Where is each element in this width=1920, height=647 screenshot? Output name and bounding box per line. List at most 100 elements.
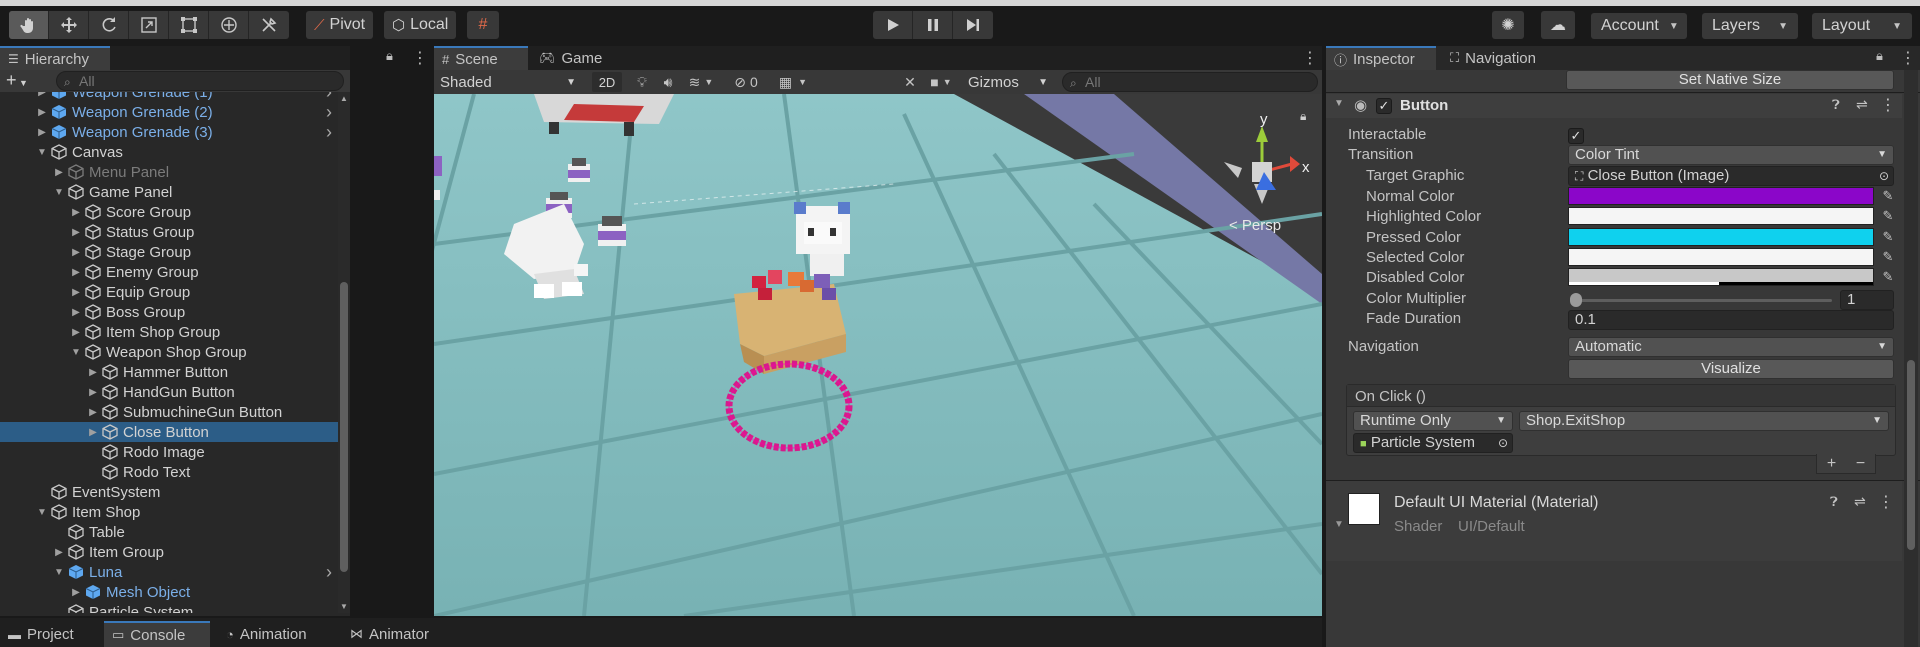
lighting-toggle-icon[interactable]: 💡︎ [630, 72, 654, 92]
tab-navigation[interactable]: ⛶ Navigation [1442, 46, 1562, 70]
inspector-scrollbar[interactable] [1904, 70, 1918, 647]
scale-tool-icon[interactable] [129, 11, 169, 39]
hierarchy-item[interactable]: ▶ Hammer Button [0, 362, 338, 382]
object-picker-icon[interactable]: ⊙ [1498, 434, 1508, 452]
tools-icon[interactable]: ✕ [898, 72, 922, 92]
interactable-checkbox[interactable]: ✓ [1568, 128, 1584, 144]
visualize-button[interactable]: Visualize [1568, 359, 1894, 379]
pause-button[interactable] [913, 11, 953, 39]
scrollbar-thumb[interactable] [340, 282, 348, 572]
collapsed-arrow-icon[interactable]: ▶ [87, 427, 99, 438]
layers-dropdown[interactable]: Layers ▼ [1702, 13, 1798, 39]
panel-menu-icon[interactable]: ⋮ [1302, 48, 1318, 68]
collapsed-arrow-icon[interactable]: ▶ [70, 227, 82, 238]
hierarchy-item[interactable]: ▶ Close Button [0, 422, 338, 442]
open-prefab-icon[interactable]: › [326, 102, 332, 123]
collapsed-arrow-icon[interactable]: ▶ [53, 167, 65, 178]
foldout-icon[interactable]: ▼ [1334, 519, 1344, 530]
scroll-down-icon[interactable]: ▼ [340, 602, 348, 611]
scene-viewport[interactable]: y x < Persp 🔒︎ [434, 94, 1322, 616]
tab-scene[interactable]: # Scene [434, 46, 528, 70]
rect-tool-icon[interactable] [169, 11, 209, 39]
collapsed-arrow-icon[interactable]: ▶ [36, 127, 48, 138]
component-menu-icon[interactable]: ⋮ [1880, 95, 1896, 115]
transform-tool-icon[interactable] [209, 11, 249, 39]
transition-dropdown[interactable]: Color Tint ▼ [1568, 145, 1894, 165]
panel-menu-icon[interactable]: ⋮ [412, 48, 428, 68]
tab-project[interactable]: ▬ Project [0, 621, 100, 647]
hierarchy-item[interactable]: ▼ Canvas [0, 142, 338, 162]
slider-handle[interactable] [1570, 293, 1582, 307]
collapsed-arrow-icon[interactable]: ▶ [36, 107, 48, 118]
hierarchy-scrollbar[interactable]: ▲ ▼ [338, 92, 350, 613]
help-icon[interactable]: ❓︎ [1832, 97, 1840, 113]
lock-icon[interactable]: 🔒︎ [1876, 48, 1883, 64]
eyedropper-icon[interactable]: ✎ [1878, 227, 1898, 247]
remove-listener-button[interactable]: − [1856, 455, 1865, 473]
color-multiplier-slider[interactable] [1576, 299, 1832, 302]
selected-color-swatch[interactable] [1568, 248, 1874, 266]
navigation-dropdown[interactable]: Automatic ▼ [1568, 337, 1894, 357]
custom-tool-icon[interactable] [249, 11, 289, 39]
hierarchy-item[interactable]: ▶Weapon Grenade (1)› [0, 92, 338, 102]
rotate-tool-icon[interactable] [89, 11, 129, 39]
eyedropper-icon[interactable]: ✎ [1878, 247, 1898, 267]
hierarchy-item[interactable]: ▶ Status Group [0, 222, 338, 242]
collapsed-arrow-icon[interactable]: ▶ [70, 307, 82, 318]
scroll-up-icon[interactable]: ▲ [340, 94, 348, 103]
object-picker-icon[interactable]: ⊙ [1879, 167, 1889, 185]
foldout-icon[interactable]: ▼ [1334, 98, 1344, 109]
add-listener-button[interactable]: + [1827, 455, 1836, 473]
set-native-size-button[interactable]: Set Native Size [1566, 70, 1894, 90]
preset-icon[interactable]: ⇌ [1856, 96, 1868, 113]
account-dropdown[interactable]: Account ▼ [1591, 13, 1687, 39]
color-multiplier-input[interactable]: 1 [1840, 290, 1894, 310]
scene-render[interactable]: y x < Persp 🔒︎ [434, 94, 1322, 616]
disabled-color-swatch[interactable] [1568, 268, 1874, 286]
hierarchy-item[interactable]: ▶ Boss Group [0, 302, 338, 322]
hierarchy-item[interactable]: ▶ Weapon Grenade (2) › [0, 102, 338, 122]
2d-toggle[interactable]: 2D [592, 72, 622, 92]
tab-animation[interactable]: ◔ Animation [218, 621, 336, 647]
collab-button[interactable]: ✺ [1492, 11, 1524, 39]
grid-dropdown-icon[interactable]: ▦ ▼ [772, 72, 814, 92]
scrollbar-thumb[interactable] [1907, 360, 1915, 550]
expanded-arrow-icon[interactable]: ▼ [53, 187, 65, 198]
hierarchy-item[interactable]: ▼ Item Shop [0, 502, 338, 522]
hierarchy-item[interactable]: ▼ Luna › [0, 562, 338, 582]
pivot-toggle[interactable]: ⟋ Pivot [306, 11, 374, 39]
camera-dropdown-icon[interactable]: ■ ▼ [924, 72, 958, 92]
hierarchy-item[interactable]: ▶ Score Group [0, 202, 338, 222]
local-toggle[interactable]: ⬡ Local [384, 11, 457, 39]
tab-hierarchy[interactable]: ☰ Hierarchy [0, 46, 110, 70]
collapsed-arrow-icon[interactable]: ▶ [87, 387, 99, 398]
play-button[interactable] [873, 11, 913, 39]
shader-value[interactable]: UI/Default [1458, 518, 1525, 535]
collapsed-arrow-icon[interactable]: ▶ [87, 367, 99, 378]
hierarchy-item[interactable]: ▶ SubmuchineGun Button [0, 402, 338, 422]
component-menu-icon[interactable]: ⋮ [1878, 492, 1894, 512]
event-target-field[interactable]: ■ Particle System ⊙ [1353, 433, 1513, 453]
hierarchy-item[interactable]: ▶ Stage Group [0, 242, 338, 262]
hierarchy-item[interactable]: Rodo Image [0, 442, 338, 462]
hidden-objects-toggle[interactable]: ⊘ 0 [724, 72, 768, 92]
persp-label[interactable]: < Persp [1229, 217, 1281, 234]
expanded-arrow-icon[interactable]: ▼ [53, 567, 65, 578]
hierarchy-item[interactable]: ▶ Item Shop Group [0, 322, 338, 342]
cloud-button[interactable]: ☁ [1541, 11, 1575, 39]
open-prefab-icon[interactable]: › [326, 562, 332, 583]
create-button[interactable]: + ▼ [6, 70, 28, 91]
collapsed-arrow-icon[interactable]: ▶ [87, 407, 99, 418]
component-enabled-checkbox[interactable]: ✓ [1376, 98, 1392, 114]
lock-icon[interactable]: 🔒︎ [386, 48, 393, 64]
tab-game[interactable]: 🎮︎ Game [531, 46, 611, 70]
eyedropper-icon[interactable]: ✎ [1878, 186, 1898, 206]
hierarchy-item[interactable]: Table [0, 522, 338, 542]
hierarchy-item[interactable]: Rodo Text [0, 462, 338, 482]
hierarchy-item[interactable]: ▶ Item Group [0, 542, 338, 562]
eyedropper-icon[interactable]: ✎ [1878, 206, 1898, 226]
hierarchy-item[interactable]: ▶ HandGun Button [0, 382, 338, 402]
gizmo-lock-icon[interactable]: 🔒︎ [1300, 109, 1306, 123]
scene-search-input[interactable]: ⌕ All [1062, 72, 1318, 92]
move-tool-icon[interactable] [49, 11, 89, 39]
